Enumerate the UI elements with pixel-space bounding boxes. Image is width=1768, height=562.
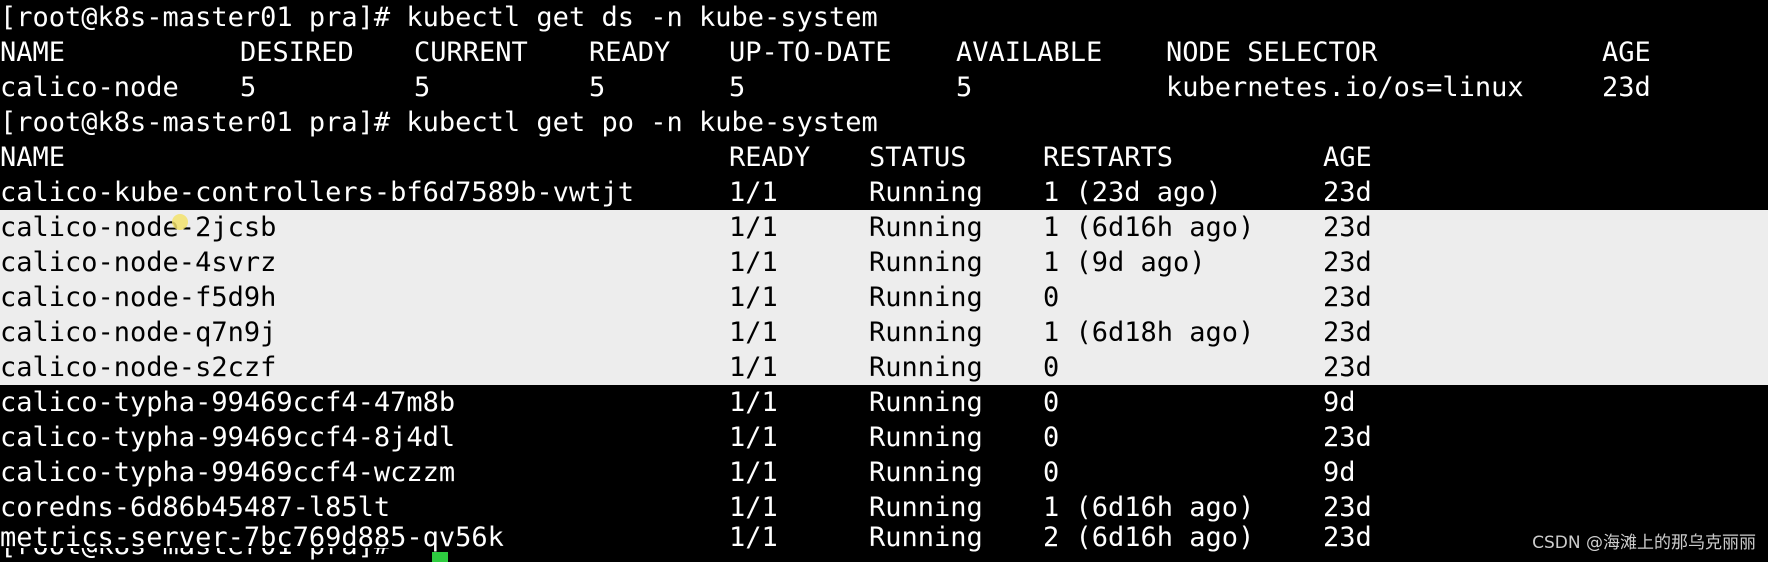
pod-name: calico-typha-99469ccf4-8j4dl — [0, 422, 456, 453]
pod-row: calico-typha-99469ccf4-wczzm 1/1 Running… — [0, 455, 1768, 490]
watermark: CSDN @海滩上的那乌克丽丽 — [1532, 533, 1756, 553]
pod-row: calico-typha-99469ccf4-8j4dl 1/1 Running… — [0, 420, 1768, 455]
next-prompt-line: [root@k8s-master01 pra]# — [0, 548, 600, 562]
pod-ready: 1/1 — [729, 177, 778, 208]
pod-ready: 1/1 — [729, 457, 778, 488]
pod-name: calico-node-s2czf — [0, 352, 277, 383]
pod-restarts: 1 (6d16h ago) — [1043, 212, 1255, 243]
pod-age: 9d — [1323, 457, 1356, 488]
pod-age: 23d — [1323, 317, 1372, 348]
pod-name: calico-node-2jcsb — [0, 212, 277, 243]
header-ready: READY — [589, 37, 671, 68]
pod-status: Running — [869, 387, 983, 418]
terminal-window[interactable]: [root@k8s-master01 pra]# kubectl get ds … — [0, 0, 1768, 562]
pod-status: Running — [869, 212, 983, 243]
ds-cell-node-selector: kubernetes.io/os=linux — [1166, 72, 1524, 103]
pod-restarts: 0 — [1043, 422, 1060, 453]
pod-ready: 1/1 — [729, 387, 778, 418]
pod-status: Running — [869, 352, 983, 383]
header-available: AVAILABLE — [956, 37, 1103, 68]
pod-status: Running — [869, 422, 983, 453]
pod-row-selected: calico-node-s2czf 1/1 Running 0 23d — [0, 350, 1768, 385]
pod-row: calico-typha-99469ccf4-47m8b 1/1 Running… — [0, 385, 1768, 420]
ds-header-row: NAME DESIRED CURRENT READY UP-TO-DATE AV… — [0, 35, 1768, 70]
header-status: STATUS — [869, 142, 967, 173]
mouse-cursor-highlight-icon — [172, 214, 188, 230]
header-age: AGE — [1602, 37, 1651, 68]
header-age: AGE — [1323, 142, 1372, 173]
pod-age: 23d — [1323, 282, 1372, 313]
pod-ready: 1/1 — [729, 522, 778, 553]
command-line-get-po: [root@k8s-master01 pra]# kubectl get po … — [0, 105, 1768, 140]
ds-row: calico-node 5 5 5 5 5 kubernetes.io/os=l… — [0, 70, 1768, 105]
terminal-cursor — [432, 552, 448, 562]
header-current: CURRENT — [414, 37, 528, 68]
pod-ready: 1/1 — [729, 212, 778, 243]
header-desired: DESIRED — [240, 37, 354, 68]
pod-status: Running — [869, 457, 983, 488]
header-name: NAME — [0, 37, 66, 68]
pod-name: calico-node-f5d9h — [0, 282, 277, 313]
ds-cell-available: 5 — [956, 72, 973, 103]
pod-name: calico-kube-controllers-bf6d7589b-vwtjt — [0, 177, 634, 208]
pod-restarts: 1 (23d ago) — [1043, 177, 1222, 208]
pod-age: 23d — [1323, 177, 1372, 208]
ds-cell-ready: 5 — [589, 72, 606, 103]
pod-ready: 1/1 — [729, 317, 778, 348]
po-header-row: NAME READY STATUS RESTARTS AGE — [0, 140, 1768, 175]
command-text: [root@k8s-master01 pra]# kubectl get po … — [0, 107, 878, 138]
pod-status: Running — [869, 282, 983, 313]
header-ready: READY — [729, 142, 811, 173]
header-up-to-date: UP-TO-DATE — [729, 37, 892, 68]
pod-restarts: 0 — [1043, 352, 1060, 383]
pod-ready: 1/1 — [729, 352, 778, 383]
pod-status: Running — [869, 247, 983, 278]
pod-restarts: 0 — [1043, 282, 1060, 313]
pod-restarts: 1 (9d ago) — [1043, 247, 1206, 278]
command-text: [root@k8s-master01 pra]# kubectl get ds … — [0, 2, 878, 33]
ds-cell-age: 23d — [1602, 72, 1651, 103]
pod-restarts: 0 — [1043, 387, 1060, 418]
pod-age: 23d — [1323, 247, 1372, 278]
pod-name: calico-node-4svrz — [0, 247, 277, 278]
pod-name: calico-typha-99469ccf4-47m8b — [0, 387, 456, 418]
pod-restarts: 1 (6d18h ago) — [1043, 317, 1255, 348]
pod-ready: 1/1 — [729, 247, 778, 278]
ds-cell-desired: 5 — [240, 72, 257, 103]
pod-restarts: 2 (6d16h ago) — [1043, 522, 1255, 553]
pod-row-selected: calico-node-q7n9j 1/1 Running 1 (6d18h a… — [0, 315, 1768, 350]
pod-age: 9d — [1323, 387, 1356, 418]
pod-name: calico-node-q7n9j — [0, 317, 277, 348]
ds-cell-current: 5 — [414, 72, 431, 103]
command-line-get-ds: [root@k8s-master01 pra]# kubectl get ds … — [0, 0, 1768, 35]
pod-row-selected: calico-node-4svrz 1/1 Running 1 (9d ago)… — [0, 245, 1768, 280]
pod-name: calico-typha-99469ccf4-wczzm — [0, 457, 456, 488]
pod-ready: 1/1 — [729, 282, 778, 313]
pod-status: Running — [869, 177, 983, 208]
ds-cell-name: calico-node — [0, 72, 179, 103]
pod-restarts: 0 — [1043, 457, 1060, 488]
pod-status: Running — [869, 317, 983, 348]
header-name: NAME — [0, 142, 66, 173]
pod-age: 23d — [1323, 522, 1372, 553]
pod-ready: 1/1 — [729, 422, 778, 453]
pod-row-selected: calico-node-2jcsb 1/1 Running 1 (6d16h a… — [0, 210, 1768, 245]
pod-row-selected: calico-node-f5d9h 1/1 Running 0 23d — [0, 280, 1768, 315]
ds-cell-up-to-date: 5 — [729, 72, 746, 103]
header-restarts: RESTARTS — [1043, 142, 1174, 173]
pod-age: 23d — [1323, 422, 1372, 453]
pod-row: calico-kube-controllers-bf6d7589b-vwtjt … — [0, 175, 1768, 210]
prompt-text: [root@k8s-master01 pra]# — [0, 548, 390, 562]
pod-age: 23d — [1323, 212, 1372, 243]
pod-age: 23d — [1323, 352, 1372, 383]
pod-status: Running — [869, 522, 983, 553]
header-node-selector: NODE SELECTOR — [1166, 37, 1378, 68]
